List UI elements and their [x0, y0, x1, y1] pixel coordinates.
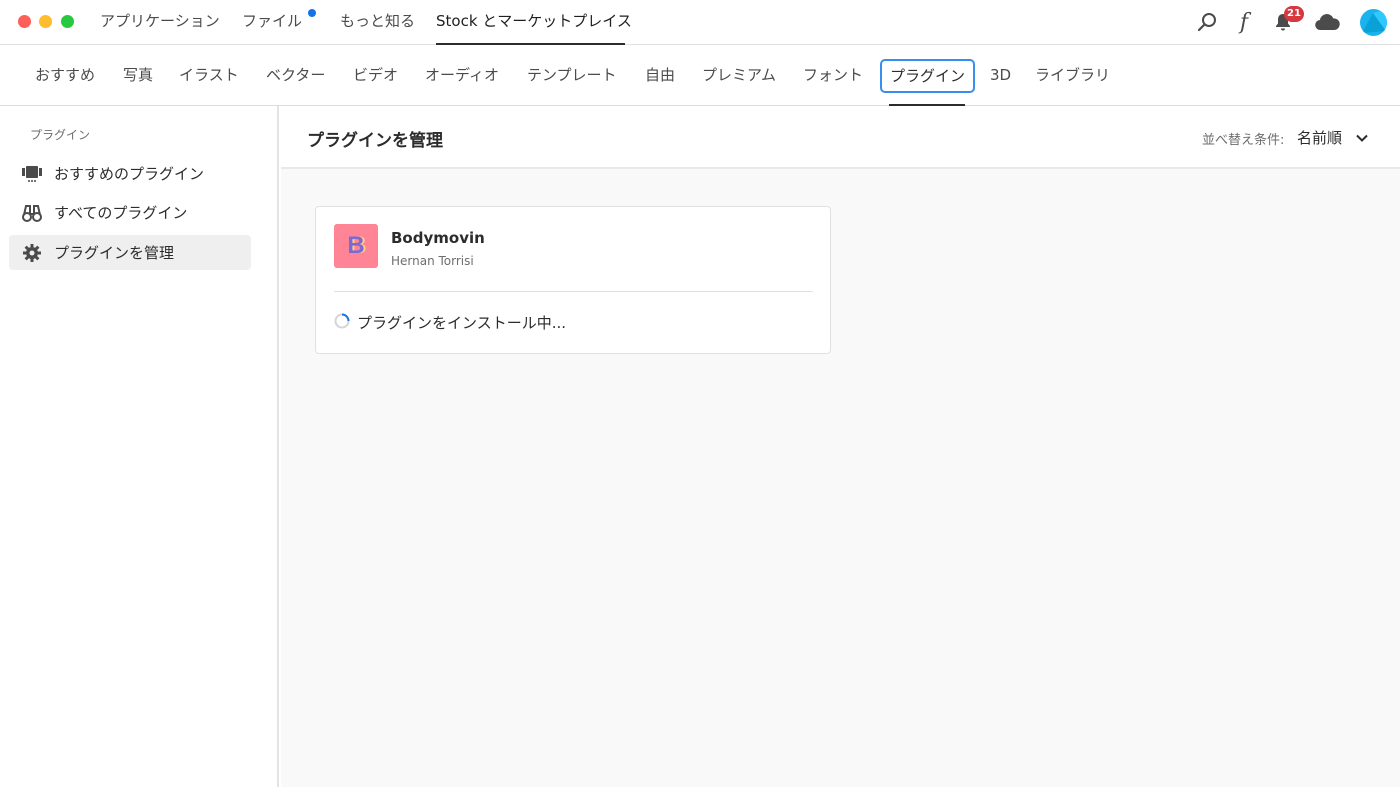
category-3d[interactable]: 3D	[990, 45, 1011, 106]
top-bar: アプリケーション ファイル もっと知る Stock とマーケットプレイス f 2…	[0, 0, 1400, 45]
cloud-icon[interactable]	[1314, 9, 1340, 35]
category-free[interactable]: 自由	[645, 45, 675, 106]
sidebar-item-label: おすすめのプラグイン	[54, 165, 205, 183]
category-bar: おすすめ 写真 イラスト ベクター ビデオ オーディオ テンプレート 自由 プレ…	[0, 45, 1400, 106]
tab-applications[interactable]: アプリケーション	[100, 0, 220, 45]
plugin-icon-letter: B	[347, 232, 365, 259]
sidebar: プラグイン おすすめのプラグイン すべてのプラグイン プラグインを管理	[0, 106, 279, 787]
sort-dropdown[interactable]: 名前順	[1297, 127, 1342, 148]
category-templates[interactable]: テンプレート	[527, 45, 617, 106]
category-photos[interactable]: 写真	[123, 45, 153, 106]
search-icon[interactable]	[1194, 9, 1220, 35]
category-illustrations[interactable]: イラスト	[179, 45, 239, 106]
plugin-author: Hernan Torrisi	[391, 254, 474, 268]
sidebar-item-label: すべてのプラグイン	[54, 204, 188, 222]
sidebar-item-featured-plugins[interactable]: おすすめのプラグイン	[9, 156, 251, 191]
install-status: プラグインをインストール中...	[357, 314, 567, 332]
category-vectors[interactable]: ベクター	[266, 45, 325, 106]
chevron-down-icon[interactable]	[1355, 131, 1369, 145]
sidebar-heading: プラグイン	[30, 128, 91, 142]
category-premium[interactable]: プレミアム	[702, 45, 776, 106]
category-audio[interactable]: オーディオ	[425, 45, 499, 106]
main-header: プラグインを管理 並べ替え条件: 名前順	[281, 106, 1400, 169]
tab-discover[interactable]: もっと知る	[340, 0, 415, 45]
notification-badge: 21	[1284, 6, 1304, 22]
binoculars-icon	[22, 203, 42, 223]
gear-icon	[22, 243, 42, 263]
minimize-window-button[interactable]	[39, 15, 52, 28]
category-libraries[interactable]: ライブラリ	[1035, 45, 1110, 106]
category-featured[interactable]: おすすめ	[35, 45, 95, 106]
bodymovin-logo-icon: B	[334, 224, 378, 268]
sidebar-item-all-plugins[interactable]: すべてのプラグイン	[9, 195, 251, 230]
tab-stock-marketplace[interactable]: Stock とマーケットプレイス	[436, 0, 632, 45]
main-panel: プラグインを管理 並べ替え条件: 名前順 B Bodymovin Hernan …	[281, 106, 1400, 787]
card-divider	[334, 291, 813, 292]
sidebar-item-label: プラグインを管理	[54, 244, 175, 262]
category-video[interactable]: ビデオ	[353, 45, 398, 106]
loading-spinner-icon	[334, 313, 350, 329]
plugin-name: Bodymovin	[391, 229, 485, 247]
sort-label: 並べ替え条件:	[1202, 133, 1285, 148]
plugin-card[interactable]: B Bodymovin Hernan Torrisi プラグインをインストール中…	[315, 206, 831, 354]
files-update-dot	[308, 9, 316, 17]
tab-files[interactable]: ファイル	[242, 0, 302, 45]
sidebar-item-manage-plugins[interactable]: プラグインを管理	[9, 235, 251, 270]
maximize-window-button[interactable]	[61, 15, 74, 28]
page-title: プラグインを管理	[307, 131, 443, 151]
category-fonts[interactable]: フォント	[803, 45, 863, 106]
category-plugins[interactable]: プラグイン	[880, 59, 976, 93]
featured-icon	[22, 164, 42, 184]
fonts-icon[interactable]: f	[1231, 9, 1257, 35]
close-window-button[interactable]	[18, 15, 31, 28]
avatar[interactable]	[1360, 9, 1387, 36]
